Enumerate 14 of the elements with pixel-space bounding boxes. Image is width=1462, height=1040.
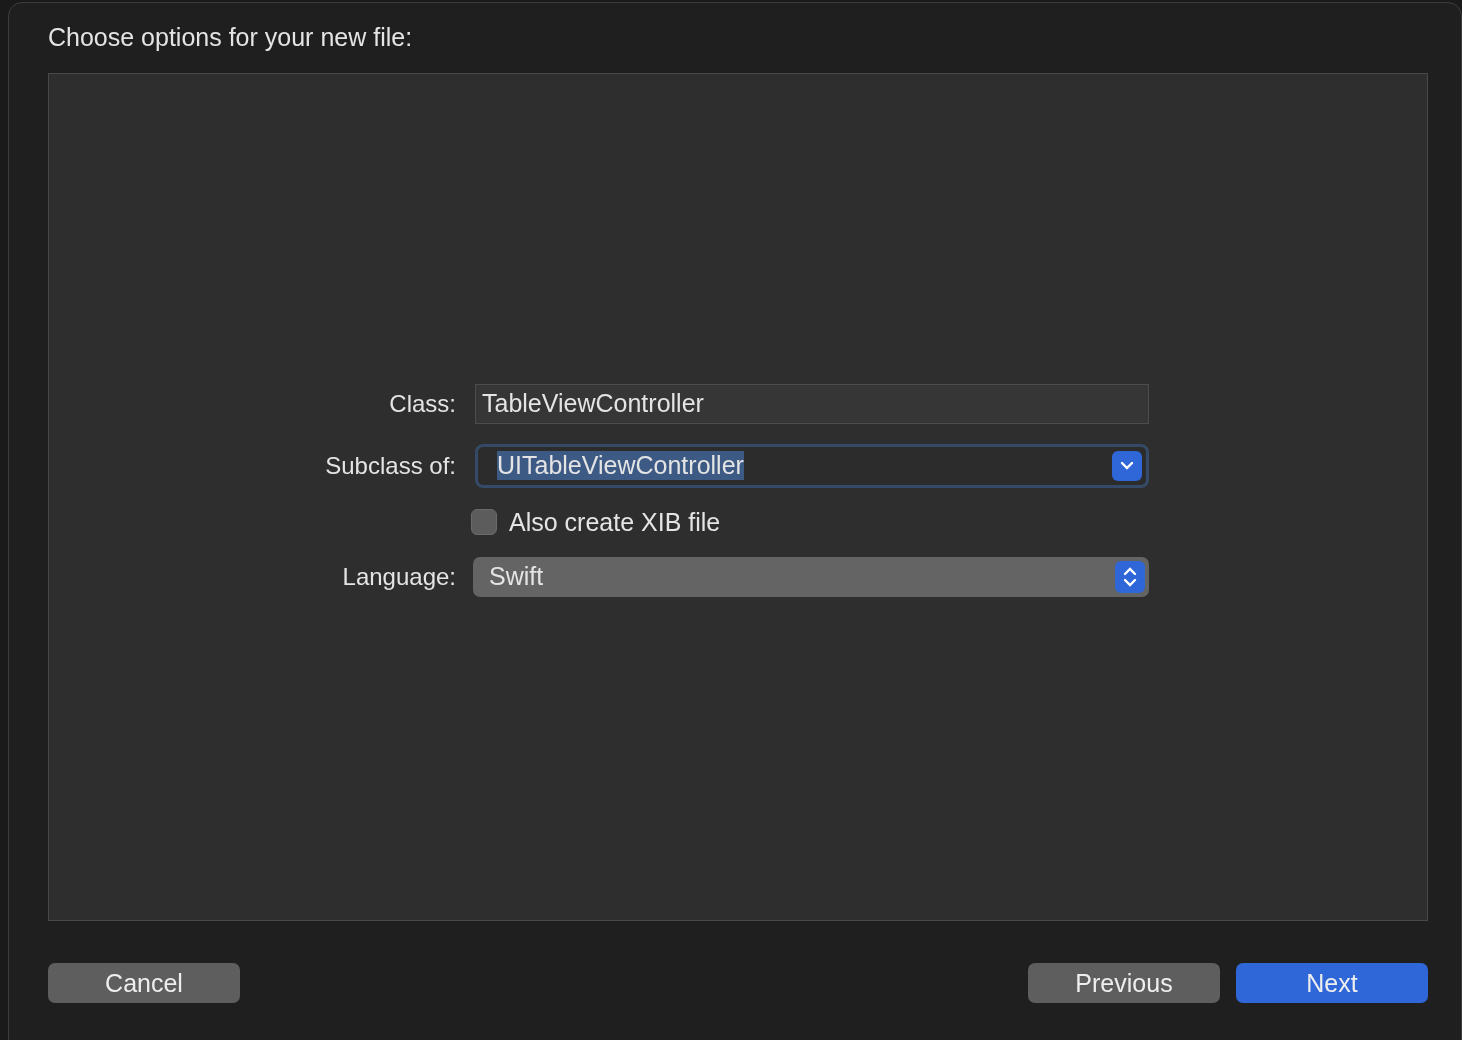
subclass-combo-box[interactable]: UITableViewController xyxy=(475,443,1149,488)
dialog-title: Choose options for your new file: xyxy=(48,23,414,53)
up-down-chevron-icon[interactable] xyxy=(1115,560,1145,593)
checkbox[interactable] xyxy=(471,509,497,535)
class-field[interactable]: TableViewController xyxy=(475,383,1149,424)
field-label: Language: xyxy=(342,562,456,590)
field-label: Class: xyxy=(389,389,456,417)
language-popup[interactable]: Swift xyxy=(473,556,1149,597)
dialog-button[interactable]: Next xyxy=(1236,963,1428,1003)
dialog-button[interactable]: Previous xyxy=(1028,963,1220,1003)
dialog-button[interactable]: Cancel xyxy=(48,963,240,1003)
checkbox-label: Also create XIB file xyxy=(509,507,721,537)
chevron-down-icon[interactable] xyxy=(1112,450,1142,481)
field-label: Subclass of: xyxy=(325,451,456,479)
